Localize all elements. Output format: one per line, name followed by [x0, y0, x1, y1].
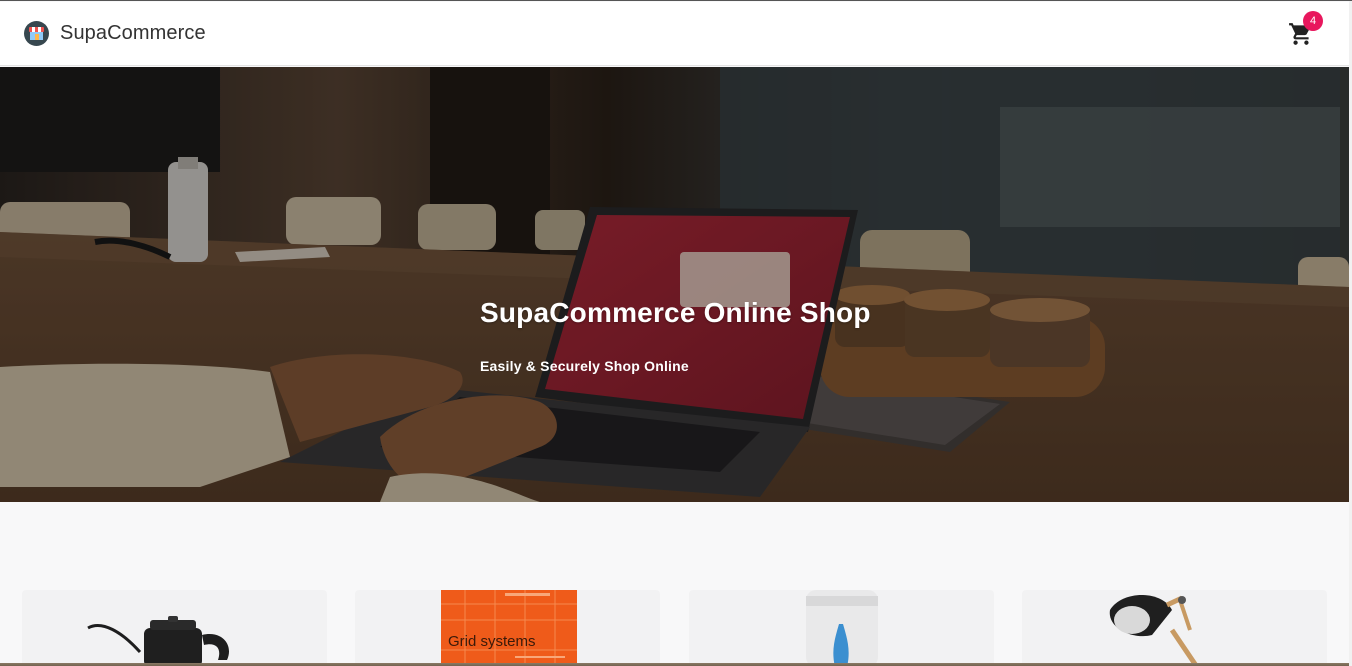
hero-subtitle: Easily & Securely Shop Online [480, 358, 689, 374]
hero-title: SupaCommerce Online Shop [480, 297, 871, 328]
page: SupaCommerce 4 SupaCommerce Online Shop … [0, 0, 1352, 666]
cart-count-badge: 4 [1303, 11, 1323, 31]
brand-name: SupaCommerce [60, 22, 206, 44]
kettle-image [87, 616, 230, 666]
product-card-book[interactable]: Grid systems [355, 590, 660, 666]
product-card-bottle[interactable] [689, 590, 994, 666]
product-card-kettle[interactable] [22, 590, 327, 666]
hero-background-image [0, 67, 1349, 502]
hero-text: SupaCommerce Online Shop Easily & Secure… [480, 297, 871, 374]
brand-link[interactable]: SupaCommerce [24, 21, 206, 46]
hero-banner: SupaCommerce Online Shop Easily & Secure… [0, 67, 1349, 502]
product-card-lamp[interactable] [1022, 590, 1327, 666]
top-app-bar: SupaCommerce [0, 2, 1349, 66]
product-grid: Grid systems [0, 590, 1349, 666]
bottle-image [806, 590, 878, 666]
storefront-icon [24, 21, 49, 46]
book-cover-title: Grid systems [448, 633, 536, 650]
book-image: Grid systems [441, 590, 577, 666]
lamp-image [1109, 595, 1200, 666]
